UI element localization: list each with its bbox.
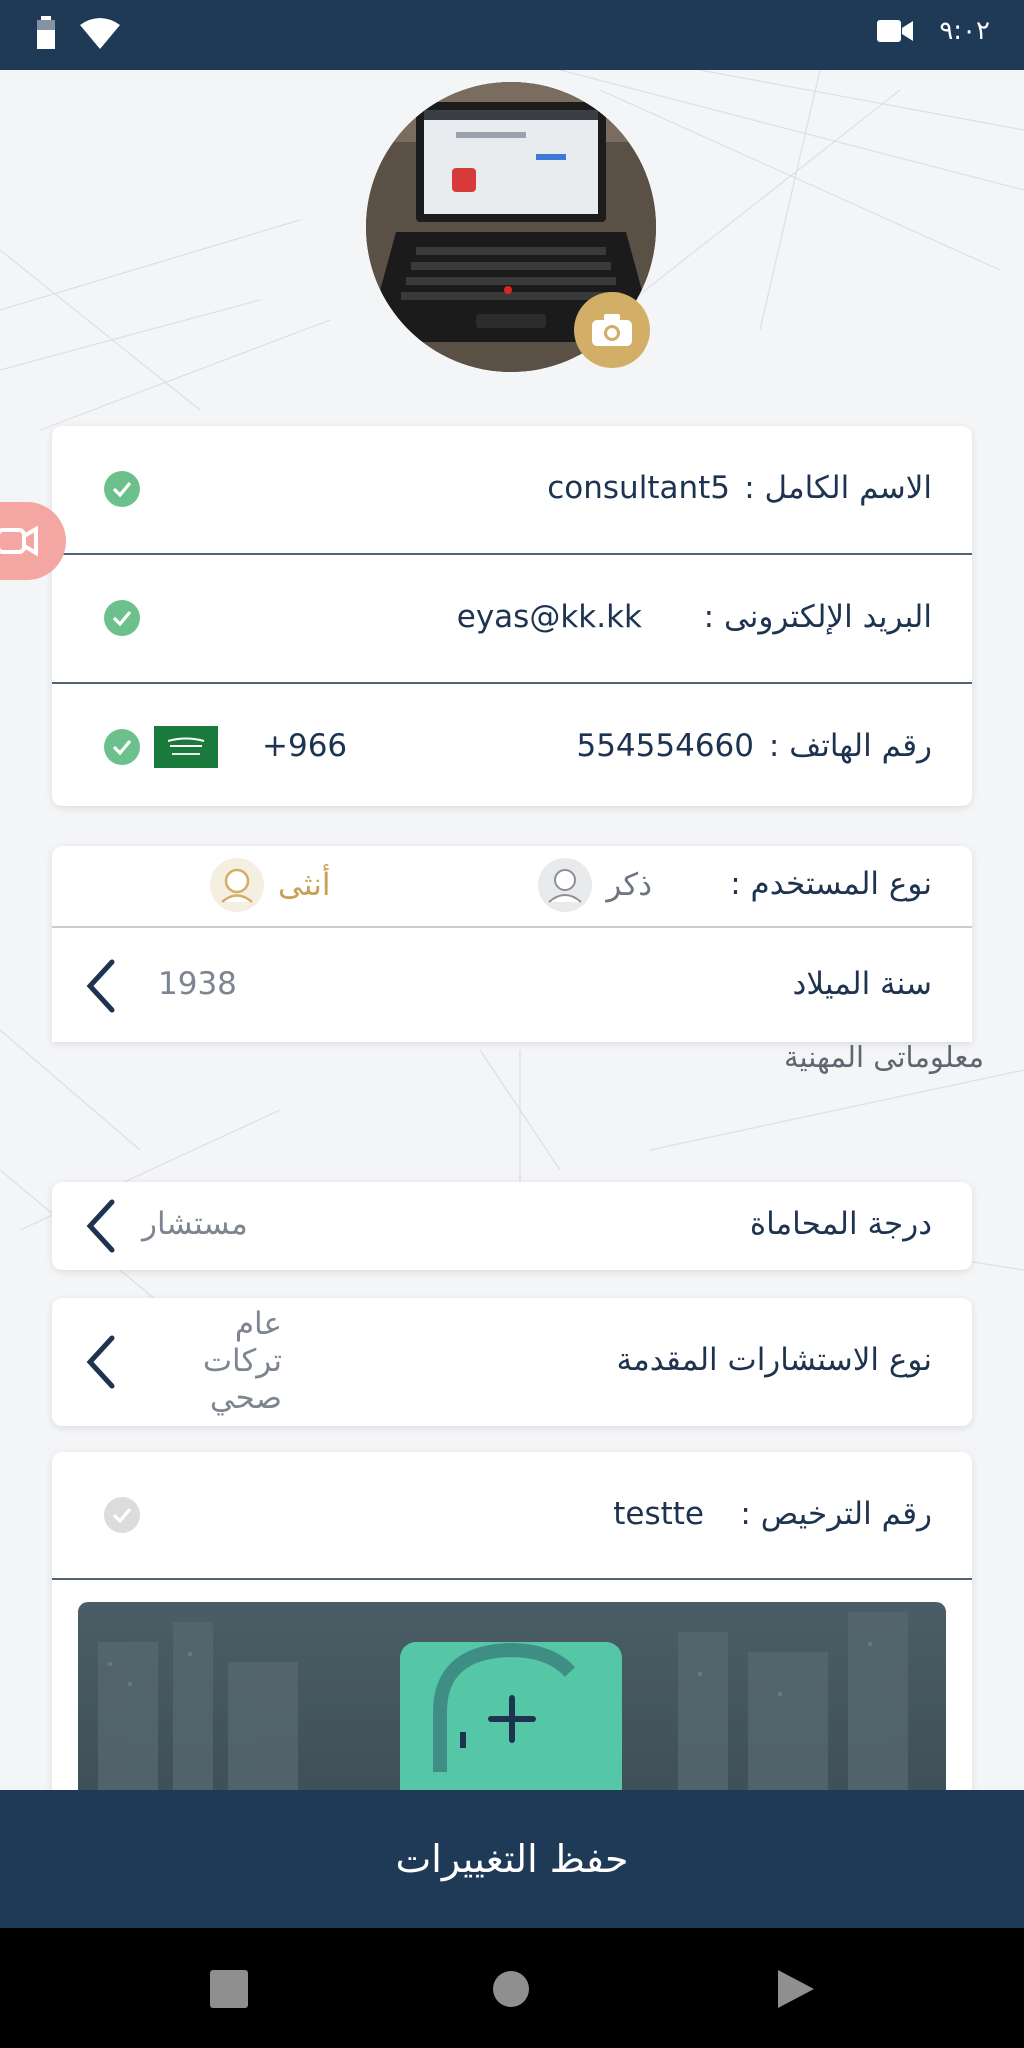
consultation-type-item: عام	[234, 1306, 282, 1342]
verified-check-icon	[104, 471, 140, 507]
personal-info-card: الاسم الكامل : consultant5 البريد الإلكت…	[52, 426, 972, 806]
user-type-label: نوع المستخدم :	[730, 866, 932, 902]
save-changes-button[interactable]: حفظ التغييرات	[0, 1790, 1024, 1928]
user-type-card: نوع المستخدم : ذكر أنثى سنة الميلاد 1938	[52, 846, 972, 1042]
male-label: ذكر	[606, 867, 652, 903]
status-time: ٩:٠٢	[939, 16, 990, 46]
license-value[interactable]: testte	[613, 1496, 704, 1532]
license-upload-area	[78, 1602, 946, 1790]
country-code[interactable]: +966	[262, 728, 347, 764]
professional-section-title: معلوماتى المهنية	[783, 1040, 984, 1074]
birth-year-row[interactable]: سنة الميلاد 1938	[52, 928, 972, 1042]
profile-content[interactable]: الاسم الكامل : consultant5 البريد الإلكت…	[0, 70, 1024, 1790]
user-type-row: نوع المستخدم : ذكر أنثى	[52, 846, 972, 928]
full-name-label: الاسم الكامل :	[744, 470, 932, 506]
consultation-types-card[interactable]: نوع الاستشارات المقدمة عام تركات صحي	[52, 1298, 972, 1426]
birth-year-value: 1938	[158, 966, 237, 1002]
chevron-left-icon[interactable]	[80, 1196, 124, 1256]
camera-record-icon	[0, 525, 38, 557]
status-bar: ٩:٠٢	[0, 0, 1024, 70]
full-name-row[interactable]: الاسم الكامل : consultant5	[52, 426, 972, 555]
recent-apps-icon[interactable]	[210, 1970, 248, 2008]
change-photo-button[interactable]	[574, 292, 650, 368]
chevron-left-icon[interactable]	[80, 956, 124, 1016]
email-row[interactable]: البريد الإلكترونى : eyas@kk.kk	[52, 555, 972, 684]
back-icon[interactable]	[776, 1968, 816, 2010]
female-label: أنثى	[278, 867, 331, 903]
license-card: رقم الترخيص : testte	[52, 1452, 972, 1790]
chevron-left-icon[interactable]	[80, 1332, 124, 1392]
advocacy-degree-card[interactable]: درجة المحاماة مستشار	[52, 1182, 972, 1270]
battery-icon	[37, 16, 55, 49]
system-navigation-bar	[0, 1928, 1024, 2048]
camera-icon	[592, 314, 632, 346]
wifi-icon	[80, 18, 120, 49]
license-row[interactable]: رقم الترخيص : testte	[52, 1452, 972, 1580]
full-name-value[interactable]: consultant5	[547, 470, 730, 506]
license-label: رقم الترخيص :	[740, 1496, 932, 1532]
unverified-check-icon	[104, 1497, 140, 1533]
video-camera-icon	[877, 20, 914, 42]
consultation-type-item: صحي	[209, 1380, 282, 1416]
save-changes-label: حفظ التغييرات	[395, 1837, 629, 1881]
advocacy-degree-label: درجة المحاماة	[749, 1206, 932, 1242]
male-avatar-icon	[538, 858, 593, 912]
verified-check-icon	[104, 600, 140, 636]
avatar-section	[366, 82, 656, 372]
phone-row[interactable]: رقم الهاتف : 554554660 +966	[52, 684, 972, 811]
floating-record-button[interactable]	[0, 502, 66, 580]
consultation-type-item: تركات	[202, 1343, 282, 1379]
female-option[interactable]: أنثى	[210, 858, 330, 912]
advocacy-degree-value: مستشار	[142, 1206, 248, 1242]
female-avatar-icon	[210, 858, 264, 912]
verified-check-icon	[104, 729, 140, 765]
phone-label: رقم الهاتف :	[768, 728, 932, 764]
male-option[interactable]: ذكر	[538, 858, 652, 912]
add-license-button[interactable]	[400, 1642, 622, 1790]
email-value[interactable]: eyas@kk.kk	[457, 599, 642, 635]
birth-year-label: سنة الميلاد	[792, 966, 932, 1002]
home-icon[interactable]	[492, 1970, 530, 2008]
consultation-types-list: عام تركات صحي	[162, 1306, 282, 1417]
email-label: البريد الإلكترونى :	[703, 599, 932, 635]
add-icon	[433, 1642, 576, 1772]
consultation-types-label: نوع الاستشارات المقدمة	[616, 1342, 933, 1378]
saudi-flag-icon[interactable]	[154, 726, 218, 768]
phone-value[interactable]: 554554660	[576, 728, 754, 764]
